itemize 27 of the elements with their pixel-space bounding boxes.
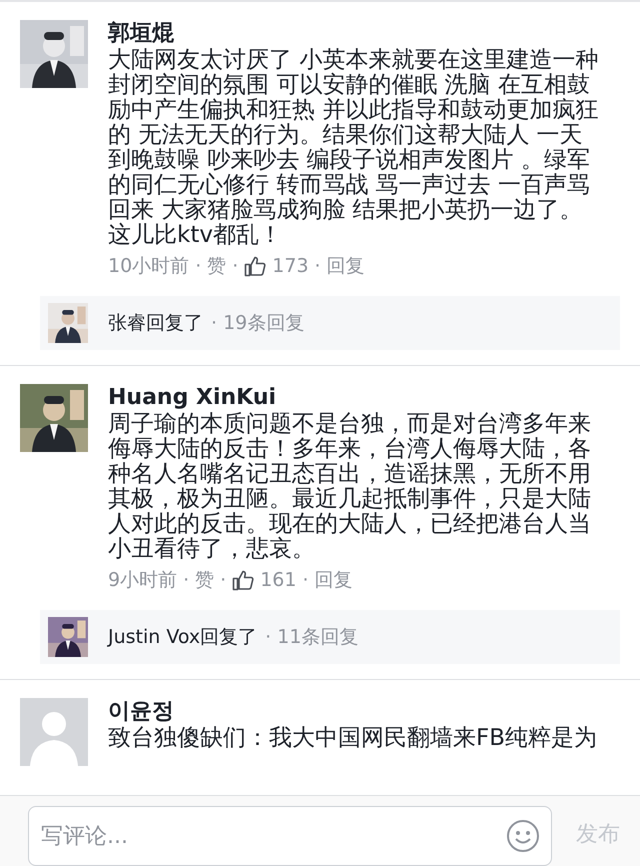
- reply-author: Justin Vox回复了: [108, 624, 258, 650]
- comment-field[interactable]: 写评论...: [28, 806, 552, 866]
- like-count: 173: [272, 254, 309, 279]
- separator-dot: ·: [183, 568, 190, 593]
- separator-dot: ·: [314, 254, 321, 279]
- reply-count: · 11条回复: [265, 624, 358, 650]
- comment-text: 周子瑜的本质问题不是台独，而是对台湾多年来侮辱大陆的反击！多年来，台湾人侮辱大陆，各种名人名嘴名记丑态百出，造谣抹黑，无所不用其极，极为丑陋。最近几起抵制事件，只是大陆人对此的反击。现在的大陆人，已经把港台人当小丑看待了，悲哀。: [108, 412, 592, 562]
- author-name[interactable]: 이윤정: [108, 698, 602, 726]
- like-count: 161: [260, 568, 296, 593]
- reply-author: 张睿回复了: [108, 310, 203, 336]
- timestamp: 9小时前: [108, 568, 178, 593]
- timestamp: 10小时前: [108, 254, 190, 279]
- reply-count: · 19条回复: [211, 310, 304, 336]
- separator-dot: ·: [302, 568, 308, 593]
- author-name[interactable]: 郭垣焜: [108, 20, 602, 48]
- like-icon: [232, 569, 254, 591]
- comment-text: 大陆网友太讨厌了 小英本来就要在这里建造一种封闭空间的氛围 可以安静的催眠 洗脑 在互相鼓励中产生偏执和狂热 并以此指导和鼓动更加疯狂的 无法无天的行为。结果你们这帮大陆人 一天到晚鼓噪 吵来吵去 编段子说相声发图片 。绿军的同仁无心修行 转而骂战 骂一声过去 一百声骂回来 大家猪脸骂成狗脸 结果把小英扔一边了。这儿比ktv都乱！: [108, 48, 600, 248]
- separator-dot: ·: [220, 568, 226, 593]
- emoji-icon[interactable]: [506, 819, 540, 853]
- like-icon: [244, 255, 266, 277]
- comment-text: 致台独傻缺们：我大中国网民翻墙来FB纯粹是为: [108, 726, 598, 751]
- reply-strip[interactable]: 张睿回复了 · 19条回复: [40, 296, 620, 350]
- avatar-icon: [20, 698, 88, 766]
- separator-dot: ·: [232, 254, 238, 279]
- separator-dot: ·: [195, 254, 202, 279]
- reply-strip[interactable]: Justin Vox回复了 · 11条回复: [40, 610, 620, 664]
- author-name[interactable]: Huang XinKui: [108, 384, 602, 412]
